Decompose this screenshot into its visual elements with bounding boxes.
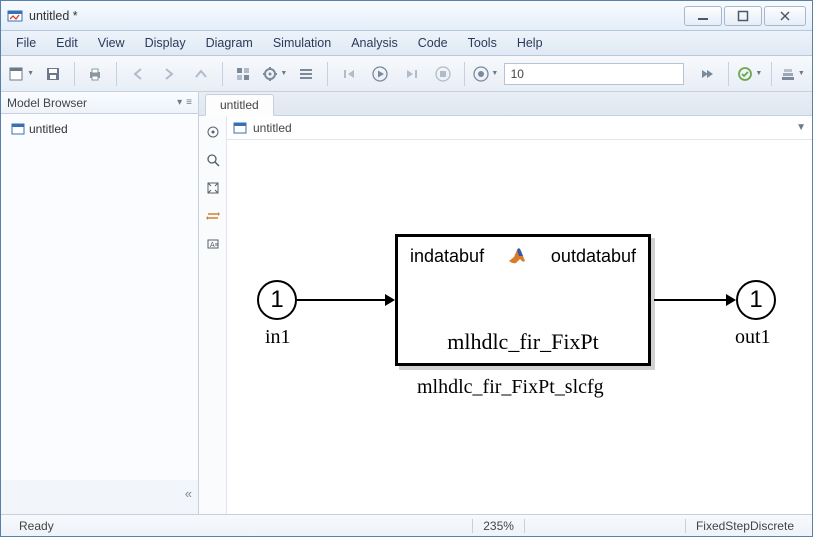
app-icon <box>7 8 23 24</box>
separator <box>464 62 465 86</box>
print-button[interactable] <box>82 60 110 88</box>
inport-number: 1 <box>270 286 283 314</box>
annotation-icon[interactable]: A≡ <box>203 234 223 254</box>
pin-icon[interactable]: ▾ <box>177 97 182 108</box>
breadcrumb-dropdown-icon[interactable]: ▼ <box>796 122 806 133</box>
model-icon <box>233 121 247 135</box>
block-right-port-label: outdatabuf <box>551 246 636 267</box>
maximize-button[interactable] <box>724 6 762 26</box>
step-back-button[interactable] <box>335 60 363 88</box>
block-left-port-label: indatabuf <box>410 246 484 267</box>
menu-tools[interactable]: Tools <box>459 34 506 52</box>
update-diagram-button[interactable]: ▼ <box>736 60 764 88</box>
build-button[interactable]: ▼ <box>779 60 807 88</box>
status-bar: Ready 235% FixedStepDiscrete <box>1 514 812 536</box>
forward-button[interactable] <box>156 60 184 88</box>
wire-in <box>297 299 387 301</box>
canvas-wrap: untitled ▼ 1 in1 <box>227 116 812 514</box>
inport-label: in1 <box>265 326 291 349</box>
matlab-function-block[interactable]: indatabuf outdatabuf mlhdlc_fir_FixPt <box>395 234 651 366</box>
separator <box>327 62 328 86</box>
separator <box>771 62 772 86</box>
minimize-button[interactable] <box>684 6 722 26</box>
app-window: untitled * File Edit View Display Diagra… <box>0 0 813 537</box>
menu-view[interactable]: View <box>89 34 134 52</box>
model-browser-header: Model Browser ▾ ≡ <box>1 92 198 114</box>
menu-code[interactable]: Code <box>409 34 457 52</box>
outport-label: out1 <box>735 326 771 349</box>
close-button[interactable] <box>764 6 806 26</box>
record-button[interactable]: ▼ <box>472 60 500 88</box>
nav-target-icon[interactable] <box>203 122 223 142</box>
menu-edit[interactable]: Edit <box>47 34 87 52</box>
stop-button[interactable] <box>430 60 458 88</box>
arrow-out-icon <box>726 294 736 306</box>
tree-item-root[interactable]: untitled <box>7 120 192 138</box>
model-explorer-button[interactable] <box>293 60 321 88</box>
matlab-icon <box>507 245 529 267</box>
breadcrumb-bar: untitled ▼ <box>227 116 812 140</box>
inport-block[interactable]: 1 <box>257 280 297 320</box>
outport-number: 1 <box>749 286 762 314</box>
separator <box>728 62 729 86</box>
main-area: Model Browser ▾ ≡ untitled « untitled <box>1 92 812 514</box>
model-icon <box>11 122 25 136</box>
window-controls <box>684 6 806 26</box>
breadcrumb-label[interactable]: untitled <box>253 121 292 135</box>
fit-view-icon[interactable] <box>203 178 223 198</box>
separator <box>74 62 75 86</box>
menu-icon[interactable]: ≡ <box>186 97 192 108</box>
status-ready: Ready <box>9 519 64 533</box>
model-tree[interactable]: untitled <box>1 114 198 480</box>
menu-help[interactable]: Help <box>508 34 552 52</box>
model-browser-title: Model Browser <box>7 96 87 110</box>
separator <box>116 62 117 86</box>
menu-simulation[interactable]: Simulation <box>264 34 340 52</box>
simulation-time-field[interactable]: 10 <box>504 63 684 85</box>
zoom-fit-icon[interactable] <box>203 150 223 170</box>
block-function-name: mlhdlc_fir_FixPt <box>398 329 648 355</box>
tree-item-label: untitled <box>29 122 68 136</box>
svg-text:A≡: A≡ <box>210 242 219 249</box>
sample-time-icon[interactable] <box>203 206 223 226</box>
tool-bar: ▼ ▼ ▼ 10 ▼ ▼ <box>1 56 812 92</box>
outport-block[interactable]: 1 <box>736 280 776 320</box>
diagram-canvas[interactable]: 1 in1 indatabuf <box>227 140 812 514</box>
status-solver[interactable]: FixedStepDiscrete <box>686 519 804 533</box>
back-button[interactable] <box>124 60 152 88</box>
block-caption: mlhdlc_fir_FixPt_slcfg <box>417 376 604 399</box>
menu-bar: File Edit View Display Diagram Simulatio… <box>1 31 812 56</box>
fast-restart-button[interactable] <box>694 60 722 88</box>
model-browser-panel: Model Browser ▾ ≡ untitled « <box>1 92 199 514</box>
tab-untitled[interactable]: untitled <box>205 94 274 116</box>
collapse-sidebar-button[interactable]: « <box>1 480 198 514</box>
up-button[interactable] <box>187 60 215 88</box>
menu-diagram[interactable]: Diagram <box>197 34 262 52</box>
menu-display[interactable]: Display <box>136 34 195 52</box>
status-zoom[interactable]: 235% <box>473 519 524 533</box>
window-title: untitled * <box>29 9 78 23</box>
library-browser-button[interactable] <box>230 60 258 88</box>
run-button[interactable] <box>367 60 395 88</box>
canvas-gutter: A≡ <box>199 116 227 514</box>
menu-file[interactable]: File <box>7 34 45 52</box>
menu-analysis[interactable]: Analysis <box>342 34 407 52</box>
arrow-in-icon <box>385 294 395 306</box>
separator <box>222 62 223 86</box>
save-button[interactable] <box>39 60 67 88</box>
title-bar: untitled * <box>1 1 812 31</box>
step-forward-button[interactable] <box>398 60 426 88</box>
model-config-button[interactable]: ▼ <box>261 60 289 88</box>
new-model-button[interactable]: ▼ <box>7 60 35 88</box>
editor-body: A≡ untitled ▼ 1 <box>199 116 812 514</box>
tab-strip: untitled <box>199 92 812 116</box>
wire-out <box>654 299 728 301</box>
editor-area: untitled A≡ untitled <box>199 92 812 514</box>
